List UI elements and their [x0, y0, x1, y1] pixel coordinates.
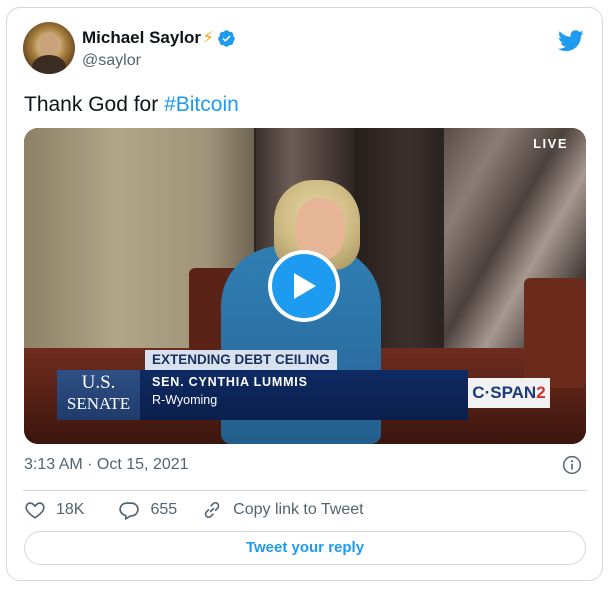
network-logo-number: 2 [536, 383, 546, 402]
video-background-chair [524, 278, 586, 388]
speaker-name: SEN. CYNTHIA LUMMIS [152, 375, 308, 389]
hashtag-link[interactable]: #Bitcoin [164, 93, 239, 116]
twitter-bird-icon[interactable] [558, 30, 584, 52]
avatar[interactable] [23, 22, 75, 74]
like-button[interactable]: 18K [24, 499, 84, 521]
play-icon [294, 273, 316, 299]
avatar-body [32, 55, 66, 74]
network-logo-prefix: C·SPAN [472, 383, 537, 402]
reply-count: 655 [150, 501, 178, 518]
play-button[interactable] [268, 250, 340, 322]
heart-icon [25, 502, 45, 519]
tweet-timestamp[interactable]: 3:13 AM · Oct 15, 2021 [24, 456, 189, 474]
author-name-row[interactable]: Michael Saylor ⚡ [82, 26, 236, 50]
tweet-text-prefix: Thank God for [24, 93, 165, 116]
network-logo: C·SPAN2 [468, 378, 550, 408]
video-headline: EXTENDING DEBT CEILING [145, 350, 337, 370]
senate-logo-us: U.S. [81, 372, 116, 393]
speaker-caption: SEN. CYNTHIA LUMMIS R-Wyoming [140, 370, 468, 420]
tweet-card: Michael Saylor ⚡ @saylor Thank God for #… [6, 7, 603, 581]
reply-bubble-icon [119, 502, 140, 521]
like-count: 18K [56, 501, 85, 518]
reply-action-button[interactable]: 655 [118, 499, 177, 521]
copy-link-button[interactable]: Copy link to Tweet [201, 499, 364, 521]
video-player[interactable]: LIVE EXTENDING DEBT CEILING U.S. SENATE … [24, 128, 586, 444]
lightning-bolt-icon: ⚡ [202, 28, 214, 47]
link-icon [204, 502, 220, 518]
tweet-text: Thank God for #Bitcoin [24, 93, 239, 117]
info-icon[interactable] [562, 455, 582, 475]
verified-badge-icon [218, 29, 235, 47]
copy-link-label: Copy link to Tweet [233, 501, 364, 518]
live-badge: LIVE [533, 136, 568, 151]
tweet-actions: 18K 655 Copy link to Tweet [24, 498, 364, 522]
divider [23, 490, 587, 491]
play-button-inner [272, 254, 336, 318]
speaker-title: R-Wyoming [152, 393, 218, 407]
tweet-your-reply-button[interactable]: Tweet your reply [24, 531, 586, 565]
author-display-name[interactable]: Michael Saylor [82, 28, 201, 48]
author-handle[interactable]: @saylor [82, 52, 141, 70]
senate-logo-word: SENATE [66, 394, 131, 413]
senate-logo: U.S. SENATE [57, 370, 140, 420]
